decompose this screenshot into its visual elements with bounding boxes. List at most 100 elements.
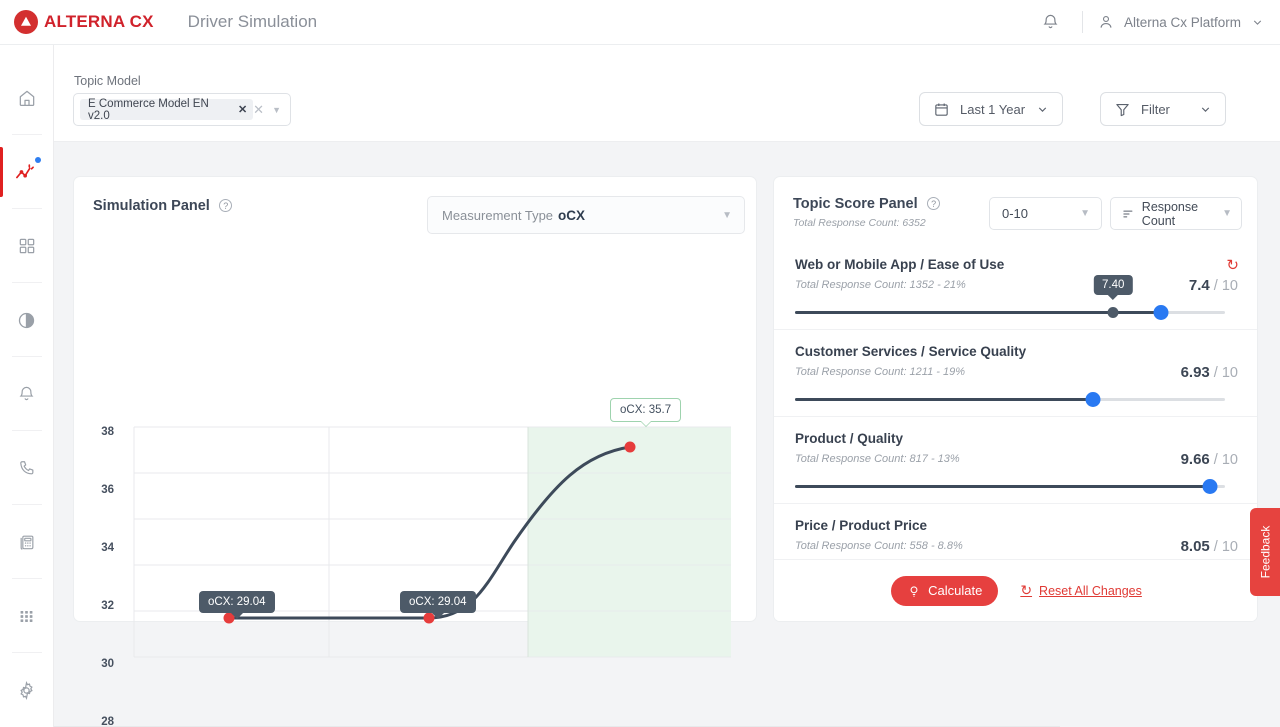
topic-response-count: Total Response Count: 558 - 8.8% bbox=[795, 540, 963, 552]
topic-name: Customer Services / Service Quality bbox=[795, 344, 1027, 359]
topic-slider[interactable]: 7.40 bbox=[795, 275, 1225, 320]
feedback-tab[interactable]: Feedback bbox=[1250, 508, 1280, 596]
sidebar-item-driver-simulation[interactable] bbox=[0, 135, 54, 209]
chevron-down-icon[interactable]: ▼ bbox=[1222, 208, 1232, 219]
measurement-type-value: oCX bbox=[558, 207, 586, 223]
sidebar-item-home[interactable] bbox=[0, 61, 54, 135]
slider-original-marker bbox=[1107, 307, 1119, 318]
topic-score-panel-title: Topic Score Panel bbox=[793, 196, 918, 212]
sidebar-item-settings[interactable] bbox=[0, 653, 54, 727]
slider-fill bbox=[795, 485, 1211, 488]
topic-score: 8.05 / 10 bbox=[1181, 538, 1238, 555]
top-bar-right: Alterna Cx Platform bbox=[1034, 5, 1264, 39]
close-icon[interactable]: ✕ bbox=[238, 103, 247, 116]
app-root: ALTERNA CX Driver Simulation Alterna Cx … bbox=[0, 0, 1280, 727]
topic-score-panel-card: Topic Score Panel ? Total Response Count… bbox=[773, 176, 1258, 622]
slider-handle[interactable] bbox=[1153, 305, 1168, 320]
measurement-type-select[interactable]: Measurement Type oCX ▼ bbox=[427, 196, 745, 234]
chevron-down-icon[interactable]: ▼ bbox=[722, 210, 732, 221]
sidebar-item-alerts[interactable] bbox=[0, 357, 54, 431]
bell-icon[interactable] bbox=[1034, 5, 1068, 39]
apps-grid-icon bbox=[20, 610, 33, 622]
reset-all-changes-button[interactable]: ↻ Reset All Changes bbox=[1020, 582, 1142, 599]
topic-model-select[interactable]: E Commerce Model EN v2.0 ✕ ✕ ▼ bbox=[73, 93, 291, 126]
topic-slider[interactable] bbox=[795, 479, 1225, 494]
topic-score-max: / 10 bbox=[1213, 365, 1238, 381]
date-range-button[interactable]: Last 1 Year bbox=[919, 92, 1063, 126]
brand-name: ALTERNA CX bbox=[44, 12, 154, 31]
topic-model-label: Topic Model bbox=[74, 74, 141, 88]
topic-response-count: Total Response Count: 817 - 13% bbox=[795, 453, 960, 465]
filter-bar: Topic Model E Commerce Model EN v2.0 ✕ ✕… bbox=[54, 45, 1280, 142]
sort-select[interactable]: Response Count ▼ bbox=[1110, 197, 1242, 230]
topic-row: Product / Quality Total Response Count: … bbox=[774, 417, 1257, 504]
chevron-down-icon bbox=[1253, 19, 1262, 25]
reset-icon[interactable]: ↻ bbox=[1226, 256, 1239, 274]
help-circle-icon[interactable]: ? bbox=[927, 197, 941, 210]
sort-icon bbox=[1123, 210, 1133, 217]
topic-score-panel-header: Topic Score Panel ? Total Response Count… bbox=[793, 195, 941, 229]
chevron-down-icon bbox=[1038, 106, 1047, 112]
chevron-down-icon[interactable]: ▼ bbox=[272, 105, 281, 115]
slider-fill bbox=[795, 398, 1093, 401]
sidebar-item-calls[interactable] bbox=[0, 431, 54, 505]
calculate-label: Calculate bbox=[928, 583, 983, 598]
sidebar-item-analytics[interactable] bbox=[0, 283, 54, 357]
total-response-count: Total Response Count: 6352 bbox=[793, 217, 926, 229]
topic-name: Web or Mobile App / Ease of Use bbox=[795, 257, 1005, 272]
topic-score: 9.66 / 10 bbox=[1181, 451, 1238, 468]
topic-score: 7.4 / 10 bbox=[1189, 277, 1238, 294]
selected-model-label: E Commerce Model EN v2.0 bbox=[88, 97, 209, 122]
topic-name: Price / Product Price bbox=[795, 518, 928, 533]
user-menu[interactable]: Alterna Cx Platform bbox=[1097, 13, 1264, 31]
filter-button[interactable]: Filter bbox=[1100, 92, 1226, 126]
alterna-logo-icon bbox=[14, 10, 38, 34]
chevron-down-icon[interactable]: ▼ bbox=[1080, 208, 1090, 219]
calculate-button[interactable]: Calculate bbox=[891, 575, 999, 606]
sidebar-item-dashboards[interactable] bbox=[0, 209, 54, 283]
feedback-label: Feedback bbox=[1258, 525, 1273, 579]
notification-dot bbox=[34, 157, 41, 163]
sidebar-item-surveys[interactable] bbox=[0, 505, 54, 579]
topic-slider[interactable] bbox=[795, 392, 1225, 407]
topic-score-max: / 10 bbox=[1213, 278, 1238, 294]
help-circle-icon[interactable]: ? bbox=[219, 199, 233, 212]
data-point bbox=[624, 441, 636, 453]
topic-score-value: 8.05 bbox=[1180, 538, 1210, 555]
topic-score-value: 9.66 bbox=[1180, 451, 1210, 468]
filter-label: Filter bbox=[1141, 101, 1170, 117]
score-range-value: 0-10 bbox=[1002, 206, 1029, 221]
grid-icon bbox=[19, 238, 34, 254]
date-range-label: Last 1 Year bbox=[960, 101, 1026, 117]
data-label-current: oCX: 29.04 bbox=[400, 591, 476, 613]
topic-row: Web or Mobile App / Ease of Use Total Re… bbox=[774, 243, 1257, 330]
phone-icon bbox=[20, 460, 34, 474]
top-bar: ALTERNA CX Driver Simulation Alterna Cx … bbox=[0, 0, 1280, 45]
score-range-select[interactable]: 0-10 ▼ bbox=[989, 197, 1102, 230]
chevron-down-icon bbox=[1201, 106, 1210, 112]
topic-row: Customer Services / Service Quality Tota… bbox=[774, 330, 1257, 417]
user-name: Alterna Cx Platform bbox=[1123, 14, 1241, 30]
simulation-panel-title: Simulation Panel bbox=[93, 198, 210, 214]
topic-row: Price / Product Price Total Response Cou… bbox=[774, 504, 1257, 561]
page-title: Driver Simulation bbox=[187, 12, 318, 31]
slider-handle[interactable] bbox=[1085, 392, 1101, 407]
topic-response-count: Total Response Count: 1211 - 19% bbox=[795, 366, 966, 378]
selected-model-chip: E Commerce Model EN v2.0 ✕ bbox=[80, 97, 254, 122]
trend-chart-icon bbox=[15, 164, 34, 179]
topic-score: 6.93 / 10 bbox=[1181, 364, 1238, 381]
slider-handle[interactable] bbox=[1202, 479, 1218, 494]
clear-icon[interactable]: ✕ bbox=[253, 102, 264, 118]
sidebar-item-apps[interactable] bbox=[0, 579, 54, 653]
simulation-panel-header: Simulation Panel ? bbox=[93, 197, 233, 215]
top-bar-divider bbox=[1081, 11, 1083, 33]
brand-logo[interactable]: ALTERNA CX bbox=[14, 10, 154, 34]
bulb-icon bbox=[910, 585, 918, 597]
slider-tooltip: 7.40 bbox=[1093, 275, 1133, 295]
sidebar bbox=[0, 45, 54, 727]
simulation-chart: 38 36 34 32 30 28 oCX: 29.04 oCX: 29.04 … bbox=[74, 239, 758, 727]
bell-icon bbox=[19, 386, 34, 400]
topic-response-count: Total Response Count: 1352 - 21% bbox=[795, 279, 966, 291]
topic-score-value: 6.93 bbox=[1180, 364, 1210, 381]
slider-fill bbox=[795, 311, 1161, 314]
